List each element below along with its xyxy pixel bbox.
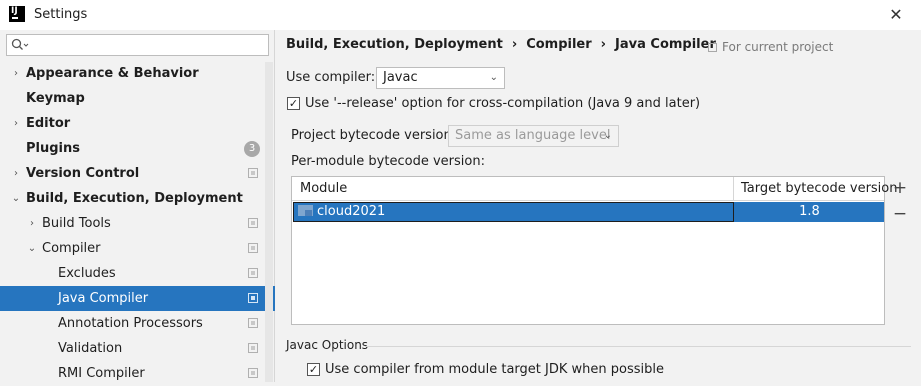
project-scope-icon xyxy=(248,293,258,303)
sidebar-item-label: Keymap xyxy=(26,91,85,106)
use-module-jdk-label: Use compiler from module target JDK when… xyxy=(325,362,664,377)
module-folder-icon xyxy=(298,205,313,216)
breadcrumb-separator: › xyxy=(511,37,518,52)
project-scope-note: For current project xyxy=(708,40,833,54)
sidebar-item-appearance-behavior[interactable]: › Appearance & Behavior xyxy=(0,61,265,86)
project-scope-icon xyxy=(248,243,258,253)
sidebar-scrollbar[interactable] xyxy=(265,62,273,382)
project-scope-icon xyxy=(248,368,258,378)
sidebar-item-validation[interactable]: Validation xyxy=(0,336,265,361)
breadcrumb-separator: › xyxy=(600,37,607,52)
chevron-right-icon[interactable]: › xyxy=(10,111,22,136)
use-compiler-value: Javac xyxy=(383,70,418,85)
remove-module-button[interactable]: − xyxy=(892,206,908,223)
add-module-button[interactable]: + xyxy=(892,180,908,197)
sidebar-item-label: Build Tools xyxy=(42,216,111,231)
intellij-logo-icon: IJ xyxy=(9,6,25,22)
chevron-down-icon[interactable]: ⌄ xyxy=(10,186,22,211)
project-scope-icon xyxy=(248,168,258,178)
sidebar-item-label: Compiler xyxy=(42,241,101,256)
close-button[interactable]: ✕ xyxy=(886,5,906,25)
sidebar-item-label: Java Compiler xyxy=(58,291,149,306)
sidebar-item-keymap[interactable]: Keymap xyxy=(0,86,265,111)
search-icon xyxy=(11,38,29,52)
column-header-module[interactable]: Module xyxy=(292,177,733,201)
breadcrumb-item[interactable]: Build, Execution, Deployment xyxy=(286,37,503,52)
sidebar-item-label: Build, Execution, Deployment xyxy=(26,191,243,206)
chevron-right-icon[interactable]: › xyxy=(10,161,22,186)
per-module-bytecode-table: Module Target bytecode version cloud2021… xyxy=(291,176,898,325)
java-compiler-settings-panel: Build, Execution, Deployment › Compiler › Ja… xyxy=(276,30,921,382)
sidebar-item-build-tools[interactable]: › Build Tools xyxy=(0,211,265,236)
window-title: Settings xyxy=(34,7,88,22)
use-module-jdk-checkbox[interactable]: ✓ xyxy=(307,363,320,376)
breadcrumb-item[interactable]: Compiler xyxy=(526,37,591,52)
chevron-down-icon: ⌄ xyxy=(489,72,498,83)
chevron-down-icon[interactable]: ⌄ xyxy=(26,236,38,261)
sidebar-item-editor[interactable]: › Editor xyxy=(0,111,265,136)
sidebar-item-excludes[interactable]: Excludes xyxy=(0,261,265,286)
sidebar-item-compiler[interactable]: ⌄ Compiler xyxy=(0,236,265,261)
title-bar: IJ Settings ✕ xyxy=(0,0,921,30)
sidebar-item-java-compiler[interactable]: Java Compiler xyxy=(0,286,275,311)
sidebar-item-label: Appearance & Behavior xyxy=(26,66,199,81)
sidebar-item-label: RMI Compiler xyxy=(58,366,145,381)
sidebar-item-label: Editor xyxy=(26,116,71,131)
target-bytecode-cell[interactable]: 1.8 xyxy=(735,202,884,222)
chevron-right-icon[interactable]: › xyxy=(10,61,22,86)
project-scope-icon xyxy=(708,43,717,52)
project-scope-icon xyxy=(248,343,258,353)
section-divider xyxy=(366,346,911,347)
chevron-down-icon: ⌄ xyxy=(603,130,612,141)
table-row[interactable]: cloud2021 1.8 xyxy=(293,202,884,222)
sidebar-item-build-execution-deployment[interactable]: ⌄ Build, Execution, Deployment xyxy=(0,186,265,211)
project-bytecode-placeholder: Same as language level xyxy=(455,128,611,143)
per-module-label: Per-module bytecode version: xyxy=(291,154,485,169)
sidebar-item-label: Annotation Processors xyxy=(58,316,203,331)
sidebar-item-label: Validation xyxy=(58,341,123,356)
sidebar-item-version-control[interactable]: › Version Control xyxy=(0,161,265,186)
project-scope-icon xyxy=(248,268,258,278)
search-input[interactable] xyxy=(6,34,269,56)
module-cell[interactable]: cloud2021 xyxy=(293,202,734,222)
javac-options-section-title: Javac Options xyxy=(286,338,369,352)
sidebar-item-annotation-processors[interactable]: Annotation Processors xyxy=(0,311,265,336)
project-bytecode-select[interactable]: Same as language level ⌄ xyxy=(448,125,619,147)
use-compiler-label: Use compiler: xyxy=(286,70,376,85)
release-option-checkbox[interactable]: ✓ xyxy=(287,97,300,110)
sidebar-item-rmi-compiler[interactable]: RMI Compiler xyxy=(0,361,265,386)
sidebar-item-label: Plugins xyxy=(26,141,80,156)
sidebar-item-label: Version Control xyxy=(26,166,140,181)
scope-note-text: For current project xyxy=(722,40,834,54)
use-compiler-select[interactable]: Javac ⌄ xyxy=(376,67,505,89)
column-header-target-bytecode[interactable]: Target bytecode version xyxy=(733,177,898,201)
breadcrumb-item: Java Compiler xyxy=(615,37,716,52)
breadcrumb: Build, Execution, Deployment › Compiler › Ja… xyxy=(286,37,716,52)
sidebar-item-plugins[interactable]: Plugins 3 xyxy=(0,136,265,161)
module-name: cloud2021 xyxy=(317,204,386,219)
release-option-label: Use '--release' option for cross-compila… xyxy=(305,96,701,111)
plugin-update-badge: 3 xyxy=(244,141,260,157)
chevron-right-icon[interactable]: › xyxy=(26,211,38,236)
project-scope-icon xyxy=(248,318,258,328)
sidebar-item-label: Excludes xyxy=(58,266,116,281)
project-bytecode-label: Project bytecode version: xyxy=(291,128,457,143)
project-scope-icon xyxy=(248,218,258,228)
settings-sidebar: › Appearance & Behavior Keymap › Editor … xyxy=(0,30,275,382)
